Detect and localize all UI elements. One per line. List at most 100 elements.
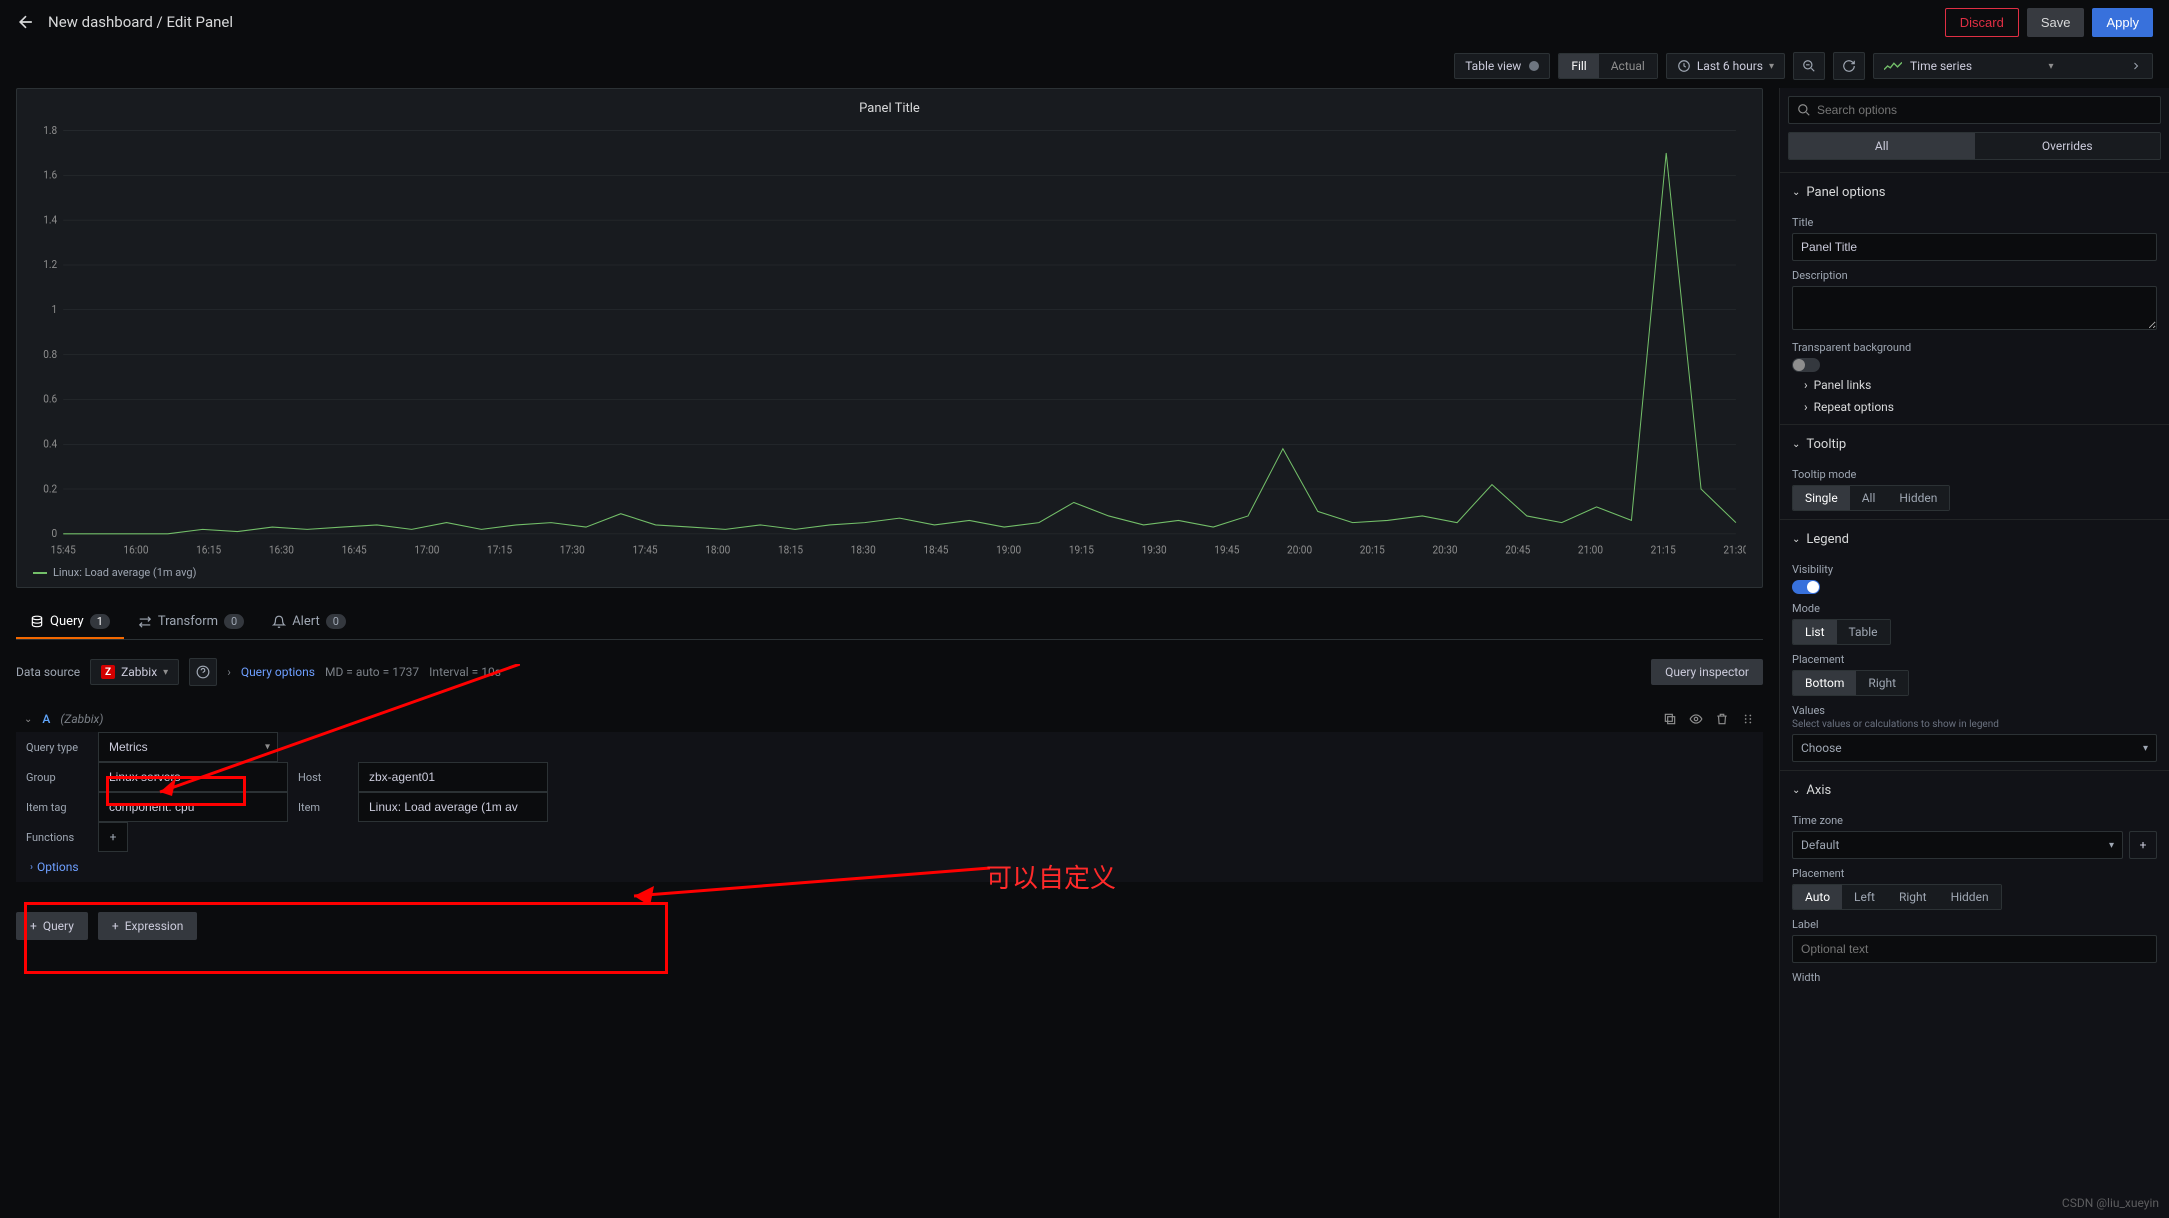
title-input[interactable] bbox=[1792, 233, 2157, 261]
search-icon bbox=[1797, 103, 1811, 117]
svg-text:16:15: 16:15 bbox=[196, 543, 221, 556]
axis-right[interactable]: Right bbox=[1887, 885, 1939, 909]
itemtag-input[interactable] bbox=[98, 792, 288, 822]
axis-left[interactable]: Left bbox=[1842, 885, 1887, 909]
panel-title: Panel Title bbox=[33, 97, 1746, 124]
zoom-out-button[interactable] bbox=[1793, 52, 1825, 80]
axis-width-label: Width bbox=[1792, 971, 2157, 984]
section-panel-options[interactable]: ⌄Panel options bbox=[1792, 181, 2157, 208]
copy-icon[interactable] bbox=[1663, 712, 1677, 726]
axis-auto[interactable]: Auto bbox=[1793, 885, 1842, 909]
transparent-toggle[interactable] bbox=[1792, 358, 1820, 372]
tooltip-all[interactable]: All bbox=[1850, 486, 1888, 510]
query-meta-interval: Interval = 10s bbox=[429, 665, 501, 679]
section-legend[interactable]: ⌄Legend bbox=[1792, 528, 2157, 555]
svg-text:18:45: 18:45 bbox=[923, 543, 948, 556]
legend-values-select[interactable]: Choose▾ bbox=[1792, 734, 2157, 762]
svg-text:0.8: 0.8 bbox=[43, 347, 57, 361]
host-input[interactable] bbox=[358, 762, 548, 792]
query-header[interactable]: ⌄ A (Zabbix) bbox=[16, 706, 1763, 732]
legend-list[interactable]: List bbox=[1793, 620, 1837, 644]
datasource-help-button[interactable] bbox=[189, 658, 217, 686]
panel-links-toggle[interactable]: ›Panel links bbox=[1792, 372, 2157, 394]
svg-text:20:00: 20:00 bbox=[1287, 543, 1312, 556]
section-axis[interactable]: ⌄Axis bbox=[1792, 779, 2157, 806]
chevron-down-icon: ⌄ bbox=[24, 714, 32, 725]
timezone-add-button[interactable]: + bbox=[2129, 831, 2157, 859]
query-letter: A bbox=[42, 712, 50, 726]
refresh-icon bbox=[1842, 59, 1856, 73]
eye-icon[interactable] bbox=[1689, 712, 1703, 726]
group-input[interactable] bbox=[98, 762, 288, 792]
chevron-down-icon: ▾ bbox=[1769, 61, 1774, 72]
svg-text:20:45: 20:45 bbox=[1505, 543, 1530, 556]
tab-query[interactable]: Query 1 bbox=[16, 606, 124, 639]
svg-text:0.2: 0.2 bbox=[43, 482, 57, 495]
add-function-button[interactable]: + bbox=[98, 822, 128, 852]
query-meta-md: MD = auto = 1737 bbox=[325, 665, 419, 679]
add-query-button[interactable]: + Query bbox=[16, 912, 88, 940]
query-options-toggle[interactable]: › Options bbox=[30, 860, 1749, 874]
axis-label-input[interactable] bbox=[1792, 935, 2157, 963]
discard-button[interactable]: Discard bbox=[1945, 8, 2019, 37]
table-view-toggle[interactable]: Table view bbox=[1454, 53, 1550, 79]
refresh-button[interactable] bbox=[1833, 52, 1865, 80]
add-expression-button[interactable]: + Expression bbox=[98, 912, 197, 940]
actual-option[interactable]: Actual bbox=[1599, 54, 1657, 78]
search-input[interactable] bbox=[1817, 103, 2152, 117]
axis-hidden[interactable]: Hidden bbox=[1939, 885, 2001, 909]
legend-table[interactable]: Table bbox=[1837, 620, 1890, 644]
legend-right[interactable]: Right bbox=[1856, 671, 1908, 695]
toggle-dot-icon bbox=[1529, 61, 1539, 71]
tab-transform[interactable]: Transform 0 bbox=[124, 606, 258, 639]
chart-legend[interactable]: Linux: Load average (1m avg) bbox=[33, 560, 1746, 579]
chevron-down-icon: ▾ bbox=[2143, 743, 2148, 754]
legend-visibility-toggle[interactable] bbox=[1792, 580, 1820, 594]
tab-transform-label: Transform bbox=[158, 614, 218, 629]
back-arrow-icon[interactable] bbox=[16, 12, 36, 32]
svg-text:16:00: 16:00 bbox=[123, 543, 148, 556]
tooltip-single[interactable]: Single bbox=[1793, 486, 1850, 510]
fill-option[interactable]: Fill bbox=[1559, 54, 1598, 78]
vis-picker-label: Time series bbox=[1910, 59, 1972, 73]
legend-placement-label: Placement bbox=[1792, 653, 2157, 666]
item-input[interactable] bbox=[358, 792, 548, 822]
svg-text:1: 1 bbox=[52, 303, 58, 316]
grip-icon[interactable] bbox=[1741, 712, 1755, 726]
svg-text:18:15: 18:15 bbox=[778, 543, 803, 556]
search-options[interactable] bbox=[1788, 96, 2161, 124]
section-tooltip[interactable]: ⌄Tooltip bbox=[1792, 433, 2157, 460]
plus-icon: + bbox=[30, 919, 37, 933]
tooltip-hidden[interactable]: Hidden bbox=[1887, 486, 1949, 510]
svg-text:17:15: 17:15 bbox=[487, 543, 512, 556]
legend-bottom[interactable]: Bottom bbox=[1793, 671, 1856, 695]
tab-query-badge: 1 bbox=[90, 614, 110, 629]
tab-overrides[interactable]: Overrides bbox=[1975, 133, 2161, 159]
chevron-right-icon: › bbox=[1804, 378, 1808, 392]
datasource-picker[interactable]: Z Zabbix ▾ bbox=[90, 659, 179, 685]
trash-icon[interactable] bbox=[1715, 712, 1729, 726]
query-inspector-button[interactable]: Query inspector bbox=[1651, 659, 1763, 685]
time-range-label: Last 6 hours bbox=[1697, 59, 1763, 73]
query-type-input[interactable] bbox=[98, 732, 278, 762]
save-button[interactable]: Save bbox=[2027, 8, 2085, 37]
timezone-select[interactable]: Default▾ bbox=[1792, 831, 2123, 859]
chart-area[interactable]: 00.20.40.60.811.21.41.61.815:4516:0016:1… bbox=[33, 124, 1746, 560]
svg-text:17:00: 17:00 bbox=[414, 543, 439, 556]
tab-all[interactable]: All bbox=[1789, 133, 1975, 159]
repeat-options-toggle[interactable]: ›Repeat options bbox=[1792, 394, 2157, 416]
fill-actual-toggle[interactable]: Fill Actual bbox=[1558, 53, 1658, 79]
tab-query-label: Query bbox=[50, 614, 84, 629]
query-options-link[interactable]: Query options bbox=[241, 665, 315, 679]
chevron-right-icon: › bbox=[227, 665, 231, 679]
svg-text:20:15: 20:15 bbox=[1360, 543, 1385, 556]
apply-button[interactable]: Apply bbox=[2092, 8, 2153, 37]
visualization-picker[interactable]: Time series ▾ bbox=[1873, 53, 2153, 79]
tab-transform-badge: 0 bbox=[224, 614, 244, 629]
axis-label-label: Label bbox=[1792, 918, 2157, 931]
zoom-out-icon bbox=[1802, 59, 1816, 73]
description-input[interactable] bbox=[1792, 286, 2157, 330]
tab-alert[interactable]: Alert 0 bbox=[258, 606, 360, 639]
timezone-label: Time zone bbox=[1792, 814, 2157, 827]
time-range-picker[interactable]: Last 6 hours ▾ bbox=[1666, 53, 1785, 79]
